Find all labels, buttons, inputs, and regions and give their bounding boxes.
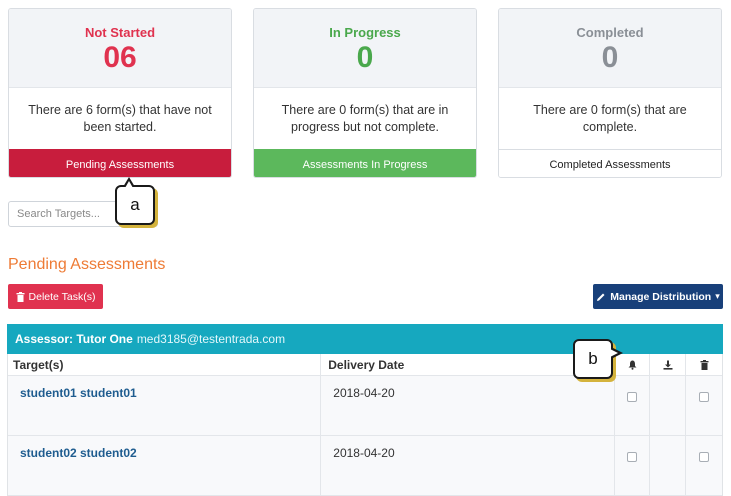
header-target[interactable]: Target(s)	[8, 354, 322, 375]
header-download	[650, 354, 687, 375]
delete-cell	[686, 436, 722, 495]
assessor-email: med3185@testentrada.com	[136, 332, 286, 346]
in-progress-card: In Progress 0 There are 0 form(s) that a…	[253, 8, 477, 178]
card-count: 06	[103, 41, 137, 74]
manage-distribution-label: Manage Distribution	[610, 290, 712, 303]
header-delivery-date[interactable]: Delivery Date	[321, 354, 615, 375]
card-header: Not Started 06	[9, 9, 231, 88]
reminder-checkbox[interactable]	[627, 452, 638, 462]
table-row: student01 student01 2018-04-20	[8, 376, 722, 436]
card-count: 0	[601, 41, 619, 74]
card-description: There are 0 form(s) that are in progress…	[281, 102, 449, 134]
card-label: Not Started	[84, 25, 156, 40]
reminder-cell	[615, 376, 651, 435]
delete-checkbox[interactable]	[699, 392, 710, 402]
card-header: Completed 0	[499, 9, 721, 88]
target-link[interactable]: student02 student02	[8, 436, 322, 495]
delete-checkbox[interactable]	[699, 452, 710, 462]
assessor-name: Assessor: Tutor One	[15, 332, 133, 346]
header-delete	[686, 354, 722, 375]
reminder-checkbox[interactable]	[627, 392, 638, 402]
card-header: In Progress 0	[254, 9, 476, 88]
callout-tail-inner	[125, 181, 133, 188]
callout-a: a	[115, 177, 155, 225]
card-label: Completed	[576, 25, 644, 40]
completed-assessments-button[interactable]: Completed Assessments	[499, 149, 721, 177]
download-cell	[650, 376, 687, 435]
card-count: 0	[356, 41, 374, 74]
callout-tail-inner	[610, 349, 618, 357]
trash-icon	[16, 291, 25, 302]
section-title: Pending Assessments	[8, 256, 166, 273]
delete-tasks-button[interactable]: Delete Task(s)	[8, 284, 103, 309]
pencil-icon	[597, 293, 605, 301]
trash-icon	[700, 359, 709, 370]
manage-distribution-button[interactable]: Manage Distribution ▾	[593, 284, 723, 309]
completed-card: Completed 0 There are 0 form(s) that are…	[498, 8, 722, 178]
target-link[interactable]: student01 student01	[8, 376, 322, 435]
assessments-table: Target(s) Delivery Date student01 studen…	[7, 354, 723, 496]
card-description: There are 0 form(s) that are complete.	[533, 102, 687, 134]
download-cell	[650, 436, 687, 495]
callout-label: b	[588, 349, 598, 368]
delete-tasks-label: Delete Task(s)	[28, 290, 96, 303]
card-description: There are 6 form(s) that have not been s…	[28, 102, 212, 134]
delivery-date: 2018-04-20	[321, 436, 615, 495]
delivery-date: 2018-04-20	[321, 376, 615, 435]
pending-assessments-button[interactable]: Pending Assessments	[9, 149, 231, 177]
card-label: In Progress	[329, 25, 401, 40]
download-icon	[663, 360, 673, 370]
delete-cell	[686, 376, 722, 435]
callout-b: b	[573, 339, 623, 379]
assessments-in-progress-button[interactable]: Assessments In Progress	[254, 149, 476, 177]
table-row: student02 student02 2018-04-20	[8, 436, 722, 496]
bell-icon	[628, 360, 636, 370]
callout-label: a	[130, 195, 140, 214]
chevron-down-icon: ▾	[715, 291, 720, 301]
reminder-cell	[615, 436, 651, 495]
not-started-card: Not Started 06 There are 6 form(s) that …	[8, 8, 232, 178]
